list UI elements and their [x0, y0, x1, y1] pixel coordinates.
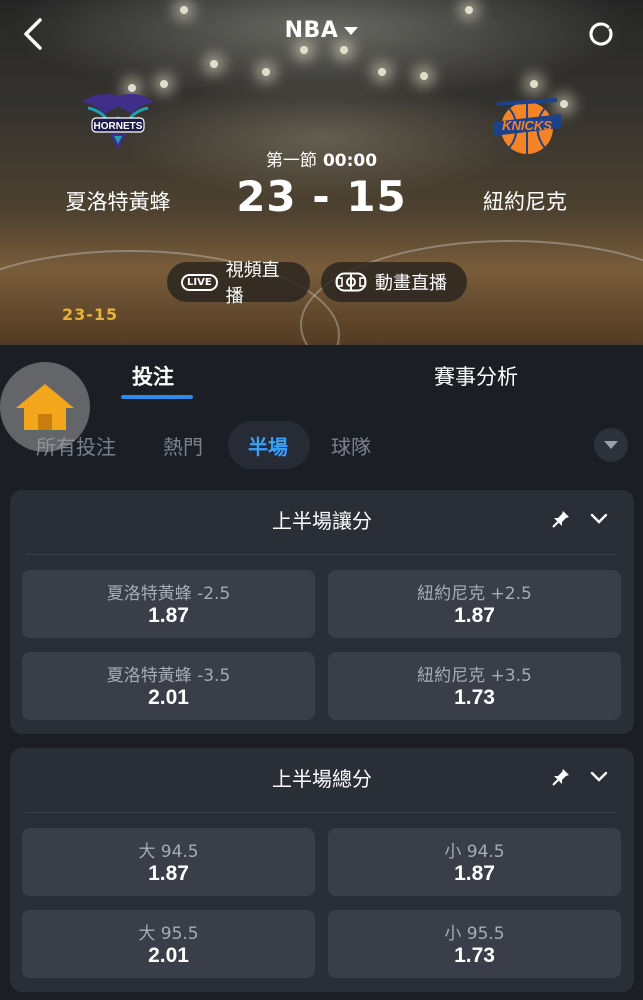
chevron-down-icon	[604, 441, 618, 449]
odd-value: 1.73	[454, 944, 495, 967]
subtab-team[interactable]: 球隊	[331, 431, 371, 460]
tab-analysis[interactable]: 賽事分析	[434, 361, 518, 391]
home-button[interactable]	[0, 362, 90, 452]
live-video-label: 視頻直播	[225, 260, 280, 307]
league-title: NBA	[284, 18, 339, 43]
court-icon	[335, 272, 367, 292]
subtab-halftime[interactable]: 半場	[248, 431, 288, 460]
sub-tabs: 所有投注 熱門 半場 球隊	[0, 413, 643, 475]
pin-icon[interactable]	[550, 508, 572, 530]
refresh-icon[interactable]	[585, 18, 617, 50]
odd-button[interactable]: 大 94.5 1.87	[22, 828, 315, 896]
odd-button[interactable]: 夏洛特黃蜂 -2.5 1.87	[22, 570, 315, 638]
odd-value: 1.87	[148, 862, 189, 885]
pin-icon[interactable]	[550, 766, 572, 788]
league-selector[interactable]: NBA	[0, 18, 643, 43]
home-icon	[16, 384, 74, 430]
odd-label: 小 94.5	[444, 842, 505, 862]
caret-down-icon	[344, 27, 359, 35]
period-label: 第一節	[265, 151, 317, 171]
odd-value: 1.87	[454, 604, 495, 627]
market-title: 上半場讓分	[272, 509, 372, 533]
live-score: 23 - 15	[236, 172, 407, 221]
odd-value: 2.01	[148, 686, 189, 709]
odd-value: 1.87	[454, 862, 495, 885]
odd-button[interactable]: 夏洛特黃蜂 -3.5 2.01	[22, 652, 315, 720]
odd-button[interactable]: 小 94.5 1.87	[328, 828, 621, 896]
odd-label: 小 95.5	[444, 924, 505, 944]
main-tabs: 投注 賽事分析	[0, 345, 643, 413]
live-video-button[interactable]: LIVE 視頻直播	[167, 260, 310, 307]
collapse-chevron-icon[interactable]	[588, 766, 610, 788]
odd-value: 1.73	[454, 686, 495, 709]
odd-label: 夏洛特黃蜂 -3.5	[106, 666, 231, 686]
odd-value: 2.01	[148, 944, 189, 967]
tab-bet[interactable]: 投注	[132, 361, 174, 391]
svg-text:HORNETS: HORNETS	[94, 121, 143, 132]
odd-label: 紐約尼克 +2.5	[417, 584, 532, 604]
odd-label: 夏洛特黃蜂 -2.5	[106, 584, 231, 604]
market-card-total: 上半場總分 大 94.5 1.87 小 94.5 1.87 大 95.5 2.0…	[10, 748, 634, 992]
clock-time: 00:00	[322, 151, 378, 171]
active-tab-indicator	[121, 395, 193, 399]
divider	[26, 812, 618, 813]
subtab-popular[interactable]: 熱門	[163, 431, 203, 460]
mini-score: 23-15	[62, 305, 119, 324]
odd-button[interactable]: 大 95.5 2.01	[22, 910, 315, 978]
svg-text:KNICKS: KNICKS	[502, 118, 552, 133]
collapse-chevron-icon[interactable]	[588, 508, 610, 530]
animation-live-label: 動畫直播	[375, 273, 447, 294]
odd-label: 大 94.5	[138, 842, 199, 862]
odd-button[interactable]: 紐約尼克 +2.5 1.87	[328, 570, 621, 638]
odd-button[interactable]: 紐約尼克 +3.5 1.73	[328, 652, 621, 720]
more-subtabs-button[interactable]	[594, 428, 628, 462]
odd-value: 1.87	[148, 604, 189, 627]
odd-label: 紐約尼克 +3.5	[417, 666, 532, 686]
game-clock: 第一節 00:00	[0, 146, 643, 171]
odd-button[interactable]: 小 95.5 1.73	[328, 910, 621, 978]
market-title: 上半場總分	[272, 767, 372, 791]
divider	[26, 554, 618, 555]
market-card-handicap: 上半場讓分 夏洛特黃蜂 -2.5 1.87 紐約尼克 +2.5 1.87 夏洛特…	[10, 490, 634, 734]
odd-label: 大 95.5	[138, 924, 199, 944]
animation-live-button[interactable]: 動畫直播	[321, 262, 467, 302]
live-icon: LIVE	[181, 273, 218, 291]
